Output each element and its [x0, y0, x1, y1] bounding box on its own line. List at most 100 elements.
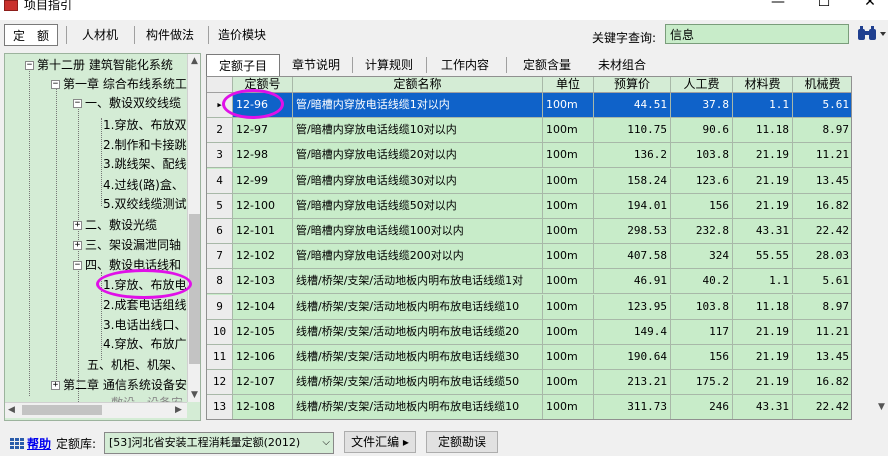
cell-name[interactable]: 管/暗槽内穿放电话线缆10对以内: [293, 118, 543, 143]
cell-price[interactable]: 136.2: [594, 143, 671, 168]
collapse-icon[interactable]: −: [73, 99, 82, 108]
keyword-search-input[interactable]: [665, 24, 849, 44]
cell-code[interactable]: 12-103: [233, 269, 293, 294]
table-row[interactable]: 12 12-107 线槽/桥架/支架/活动地板内明布放电话线缆50 100m 213.2…: [207, 370, 851, 396]
tree-node-item[interactable]: 1.穿放、布放双: [103, 116, 186, 134]
cell-name[interactable]: 管/暗槽内穿放电话线缆1对以内: [293, 93, 543, 117]
tab-quota-content[interactable]: 定额含量: [514, 54, 580, 76]
tree-node-chapter-2[interactable]: + 第二章 通信系统设备安: [51, 376, 187, 394]
tab-component-method[interactable]: 构件做法: [138, 24, 202, 46]
table-row[interactable]: 2 12-97 管/暗槽内穿放电话线缆10对以内 100m 110.75 90.6 11.1…: [207, 118, 851, 144]
cell-material[interactable]: 21.19: [733, 168, 793, 193]
cell-material[interactable]: 21.19: [733, 370, 793, 395]
cell-labor[interactable]: 246: [671, 395, 733, 419]
cell-price[interactable]: 44.51: [594, 93, 671, 117]
expand-icon[interactable]: +: [73, 241, 82, 250]
close-button[interactable]: ✕: [850, 0, 888, 16]
expand-icon[interactable]: +: [51, 381, 60, 390]
cell-unit[interactable]: 100m: [543, 244, 594, 269]
tree-node-section-3[interactable]: + 三、架设漏泄同轴: [73, 236, 181, 254]
cell-unit[interactable]: 100m: [543, 143, 594, 168]
cell-unit[interactable]: 100m: [543, 118, 594, 143]
row-number[interactable]: 2: [207, 118, 233, 143]
cell-code[interactable]: 12-105: [233, 319, 293, 344]
tab-calc-rules[interactable]: 计算规则: [358, 54, 420, 76]
tab-cost-module[interactable]: 造价模块: [210, 24, 274, 46]
table-row[interactable]: 9 12-104 线槽/桥架/支架/活动地板内明布放电话线缆10 100m 123.95…: [207, 294, 851, 320]
row-number[interactable]: 3: [207, 143, 233, 168]
tree-node-volume-12[interactable]: − 第十二册 建筑智能化系统: [25, 56, 173, 74]
cell-machine[interactable]: 5.61: [793, 269, 851, 293]
cell-price[interactable]: 213.21: [594, 370, 671, 395]
tree-node-chapter-1[interactable]: − 第一章 综合布线系统工: [51, 75, 187, 93]
chapter-tree[interactable]: − 第十二册 建筑智能化系统 − 第一章 综合布线系统工 − 一、敷设双绞线缆 1.穿…: [4, 53, 201, 421]
cell-machine[interactable]: 5.61: [793, 93, 851, 117]
cell-code[interactable]: 12-104: [233, 294, 293, 319]
collapse-icon[interactable]: −: [25, 61, 34, 70]
cell-name[interactable]: 管/暗槽内穿放电话线缆20对以内: [293, 143, 543, 168]
cell-labor[interactable]: 175.2: [671, 370, 733, 395]
scroll-down-arrow-icon[interactable]: ▼: [191, 390, 198, 400]
tab-labor-material-machine[interactable]: 人材机: [74, 24, 126, 46]
cell-price[interactable]: 149.4: [594, 319, 671, 344]
cell-material[interactable]: 11.18: [733, 294, 793, 319]
cell-price[interactable]: 158.24: [594, 168, 671, 193]
row-number[interactable]: 10: [207, 319, 233, 344]
binoculars-icon[interactable]: [857, 26, 877, 42]
cell-machine[interactable]: 11.21: [793, 143, 851, 167]
cell-code[interactable]: 12-100: [233, 193, 293, 218]
grid-vertical-scrollbar[interactable]: ▼: [858, 76, 885, 420]
cell-name[interactable]: 线槽/桥架/支架/活动地板内明布放电话线缆10: [293, 395, 543, 419]
cell-labor[interactable]: 40.2: [671, 269, 733, 294]
row-number[interactable]: 9: [207, 294, 233, 319]
tree-node-item[interactable]: 2.制作和卡接跳: [103, 136, 186, 154]
table-row[interactable]: 5 12-100 管/暗槽内穿放电话线缆50对以内 100m 194.01 156 21.1…: [207, 193, 851, 219]
row-number[interactable]: 13: [207, 395, 233, 419]
cell-unit[interactable]: 100m: [543, 370, 594, 395]
cell-machine[interactable]: 11.21: [793, 320, 851, 344]
cell-name[interactable]: 线槽/桥架/支架/活动地板内明布放电话线缆1对: [293, 269, 543, 294]
cell-price[interactable]: 190.64: [594, 345, 671, 369]
table-row[interactable]: 8 12-103 线槽/桥架/支架/活动地板内明布放电话线缆1对 100m 46.91 4…: [207, 269, 851, 295]
cell-code[interactable]: 12-97: [233, 118, 293, 143]
tab-chapter-notes[interactable]: 章节说明: [286, 54, 346, 76]
table-row[interactable]: 6 12-101 管/暗槽内穿放电话线缆100对以内 100m 298.53 232.8 4…: [207, 219, 851, 244]
cell-name[interactable]: 管/暗槽内穿放电话线缆50对以内: [293, 193, 543, 218]
row-number[interactable]: 11: [207, 345, 233, 369]
table-row[interactable]: 4 12-99 管/暗槽内穿放电话线缆30对以内 100m 158.24 123.6 21.…: [207, 168, 851, 194]
cell-code[interactable]: 12-107: [233, 370, 293, 395]
cell-code[interactable]: 12-106: [233, 345, 293, 369]
cell-material[interactable]: 55.55: [733, 244, 793, 269]
cell-name[interactable]: 管/暗槽内穿放电话线缆200对以内: [293, 244, 543, 269]
file-compile-button[interactable]: 文件汇编 ▸: [344, 431, 416, 453]
cell-labor[interactable]: 117: [671, 319, 733, 344]
table-row[interactable]: 7 12-102 管/暗槽内穿放电话线缆200对以内 100m 407.58 324 55.…: [207, 244, 851, 270]
help-link[interactable]: 帮助: [27, 435, 51, 452]
cell-name[interactable]: 线槽/桥架/支架/活动地板内明布放电话线缆20: [293, 319, 543, 344]
row-number[interactable]: 5: [207, 193, 233, 218]
column-header-name[interactable]: 定额名称: [293, 77, 543, 92]
cell-labor[interactable]: 103.8: [671, 294, 733, 319]
scroll-right-arrow-icon[interactable]: ▶: [175, 405, 182, 415]
cell-machine[interactable]: 8.97: [793, 118, 851, 142]
column-header-price[interactable]: 预算价: [594, 77, 671, 92]
cell-price[interactable]: 123.95: [594, 294, 671, 319]
minimize-button[interactable]: —: [758, 0, 798, 16]
cell-labor[interactable]: 232.8: [671, 219, 733, 243]
tree-node-item[interactable]: 4.穿放、布放广: [103, 335, 186, 353]
expand-icon[interactable]: +: [73, 221, 82, 230]
cell-code[interactable]: 12-99: [233, 168, 293, 193]
cell-material[interactable]: 21.19: [733, 345, 793, 369]
column-header-machine[interactable]: 机械费: [793, 77, 851, 92]
cell-unit[interactable]: 100m: [543, 294, 594, 319]
row-number[interactable]: 6: [207, 219, 233, 243]
tab-quota[interactable]: 定 额: [4, 24, 59, 46]
scroll-left-arrow-icon[interactable]: ◀: [8, 405, 15, 415]
column-header-material[interactable]: 材料费: [733, 77, 793, 92]
cell-machine[interactable]: 22.42: [793, 219, 851, 243]
cell-unit[interactable]: 100m: [543, 395, 594, 419]
cell-unit[interactable]: 100m: [543, 219, 594, 243]
cell-unit[interactable]: 100m: [543, 93, 594, 117]
search-dropdown-arrow-icon[interactable]: [880, 32, 886, 36]
row-number[interactable]: 8: [207, 269, 233, 294]
